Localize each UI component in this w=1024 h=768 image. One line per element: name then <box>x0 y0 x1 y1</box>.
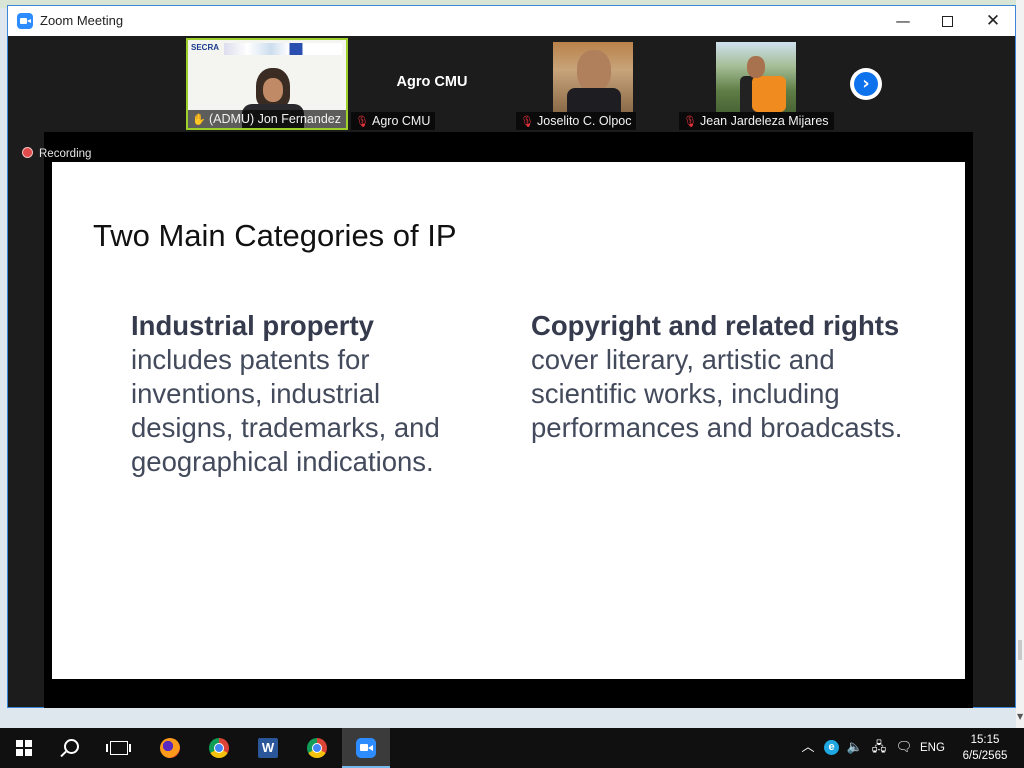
zoom-app-icon <box>17 13 33 29</box>
chrome-icon <box>307 738 327 758</box>
slide-column-left: Industrial property includes patents for… <box>131 309 471 479</box>
taskbar-zoom[interactable] <box>342 728 390 768</box>
participant-display-name: Agro CMU <box>396 74 468 90</box>
task-view-icon <box>106 741 131 755</box>
participant-tile-jean-mijares[interactable]: 🎙 Jean Jardeleza Mijares <box>679 38 841 130</box>
zoom-icon <box>356 738 376 758</box>
participant-shirt <box>567 88 621 112</box>
start-button[interactable] <box>0 728 48 768</box>
participant-video <box>553 42 633 112</box>
participant-tile-agro-cmu[interactable]: Agro CMU 🎙 Agro CMU <box>351 38 513 130</box>
secra-logo: SECRA <box>191 43 220 52</box>
zoom-meeting-window: Zoom Meeting — ✕ SECRA ✋ (ADMU) Jon Ferna… <box>7 5 1016 708</box>
taskbar-word[interactable]: W <box>244 728 292 768</box>
network-icon[interactable]: 🖧 <box>868 728 890 768</box>
participant-name-bar: 🎙 Jean Jardeleza Mijares <box>679 112 834 130</box>
taskbar-chrome-2[interactable] <box>293 728 341 768</box>
notifications-icon[interactable]: 🗨 <box>892 728 916 768</box>
recording-indicator[interactable]: Recording <box>22 147 91 160</box>
recording-icon <box>22 147 33 158</box>
tray-app-icon[interactable]: e <box>824 740 839 755</box>
participant-name-bar: ✋ (ADMU) Jon Fernandez <box>188 110 346 128</box>
participant-face <box>747 56 765 78</box>
presentation-slide: Two Main Categories of IP Industrial pro… <box>52 162 965 679</box>
task-view-button[interactable] <box>96 728 144 768</box>
maximize-icon <box>941 16 953 27</box>
slide-title: Two Main Categories of IP <box>93 218 457 253</box>
pin-icon: ✋ <box>192 113 206 126</box>
participant-video-head <box>256 68 290 108</box>
input-language[interactable]: ENG <box>920 728 945 768</box>
windows-icon <box>16 740 32 756</box>
word-icon: W <box>258 738 278 758</box>
scroll-down-icon[interactable]: ▼ <box>1017 712 1023 721</box>
mic-muted-icon: 🎙 <box>520 115 534 128</box>
chrome-icon <box>209 738 229 758</box>
column-heading: Industrial property <box>131 310 374 341</box>
taskbar-chrome[interactable] <box>195 728 243 768</box>
firefox-icon <box>160 738 180 758</box>
column-heading: Copyright and related rights <box>531 310 900 341</box>
participant-tile-jon-fernandez[interactable]: SECRA ✋ (ADMU) Jon Fernandez <box>186 38 348 130</box>
clock-date: 6/5/2565 <box>962 750 1008 762</box>
chevron-right-icon: › <box>862 73 870 94</box>
mic-muted-icon: 🎙 <box>683 115 697 128</box>
participant-video <box>716 42 796 112</box>
participant-tile-joselito-olpoc[interactable]: 🎙 Joselito C. Olpoc <box>516 38 678 130</box>
clock[interactable]: 15:15 6/5/2565 <box>955 732 1015 764</box>
taskbar-firefox[interactable] <box>146 728 194 768</box>
partner-logos <box>224 43 342 55</box>
participant-face <box>577 50 611 92</box>
shared-screen: Two Main Categories of IP Industrial pro… <box>44 132 973 708</box>
slide-column-right: Copyright and related rights cover liter… <box>531 309 926 445</box>
taskbar: W ︿ e 🔈 🖧 🗨 ENG 15:15 6/5/2565 <box>0 728 1024 768</box>
maximize-button[interactable] <box>924 6 970 36</box>
participant-name: Agro CMU <box>372 114 431 128</box>
search-icon <box>64 739 79 754</box>
show-hidden-icons-button[interactable]: ︿ <box>798 728 818 768</box>
volume-icon[interactable]: 🔈 <box>844 728 866 768</box>
participant-backpack <box>752 76 786 112</box>
participant-name: (ADMU) Jon Fernandez <box>209 112 341 126</box>
participant-name: Jean Jardeleza Mijares <box>700 114 829 128</box>
title-bar[interactable]: Zoom Meeting — ✕ <box>8 6 1015 36</box>
recording-label: Recording <box>39 148 92 160</box>
minimize-button[interactable]: — <box>880 6 926 36</box>
clock-time: 15:15 <box>970 734 1000 746</box>
column-body: includes patents for inventions, industr… <box>131 344 440 477</box>
close-button[interactable]: ✕ <box>970 6 1016 36</box>
search-button[interactable] <box>48 728 96 768</box>
column-body: cover literary, artistic and scientific … <box>531 344 903 443</box>
scrollbar-thumb[interactable] <box>1018 640 1022 660</box>
participant-name-bar: 🎙 Agro CMU <box>351 112 436 130</box>
window-title: Zoom Meeting <box>40 13 124 28</box>
participant-name-bar: 🎙 Joselito C. Olpoc <box>516 112 637 130</box>
participant-name: Joselito C. Olpoc <box>537 114 632 128</box>
mic-muted-icon: 🎙 <box>355 115 369 128</box>
next-page-button[interactable]: › <box>850 68 882 100</box>
background-scrollbar[interactable]: ▼ <box>1016 0 1024 728</box>
